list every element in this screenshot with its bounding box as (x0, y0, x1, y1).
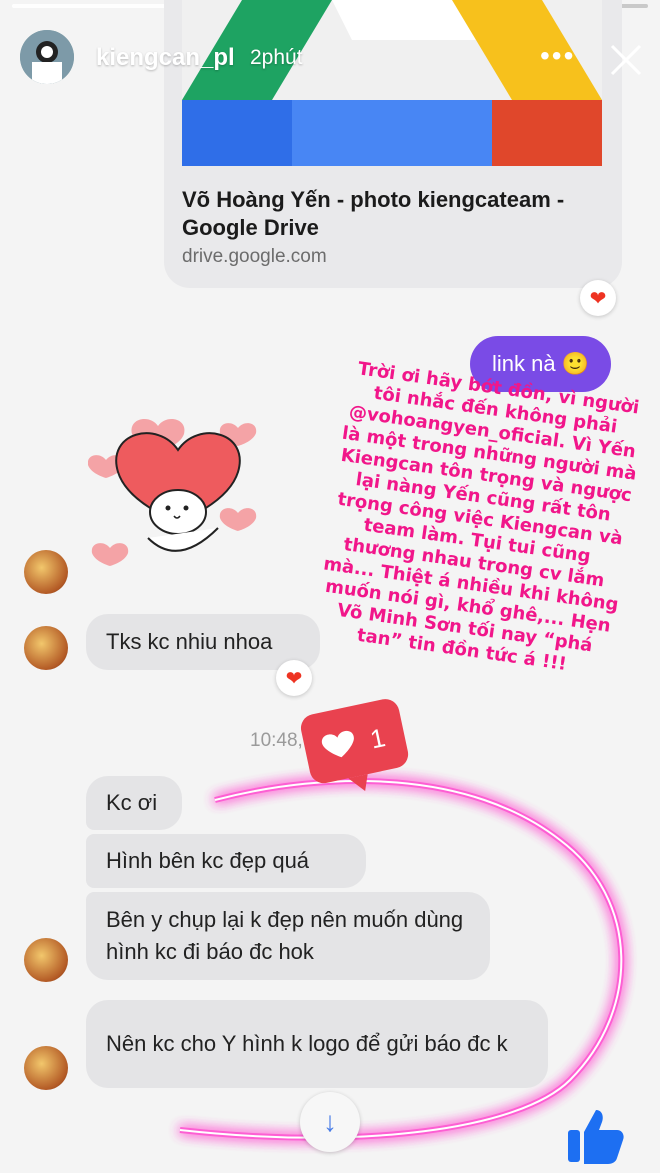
profile-avatar[interactable] (20, 30, 74, 84)
heart-character-sticker (88, 419, 257, 566)
message-text: Hình bên kc đẹp quá (106, 848, 310, 873)
outgoing-message-text: link nà (492, 351, 556, 376)
sender-avatar[interactable] (24, 626, 68, 670)
incoming-message-bubble: Hình bên kc đẹp quá (86, 834, 366, 888)
message-text: Bên y chụp lại k đẹp nên muốn dùng hình … (106, 907, 464, 964)
incoming-message-bubble: Nên kc cho Y hình k logo để gửi báo đc k (86, 1000, 548, 1088)
incoming-message-bubble: Kc ơi (86, 776, 182, 830)
heart-reaction-icon[interactable]: ❤ (580, 280, 616, 316)
story-caption-text: Trời ơi hãy bớt đồn, vì người tôi nhắc đ… (322, 358, 641, 675)
story-time: 2phút (250, 46, 303, 69)
google-drive-logo-image (182, 0, 602, 166)
like-notification-badge: 1 (300, 699, 409, 792)
message-text: Tks kc nhiu nhoa (106, 629, 273, 654)
smile-emoji-icon: 🙂 (561, 351, 590, 376)
message-text: Kc ơi (106, 790, 158, 815)
thumbs-up-icon[interactable] (566, 1106, 626, 1164)
story-username[interactable]: kiengcan_pl (96, 44, 235, 72)
close-icon[interactable] (604, 38, 648, 82)
link-domain: drive.google.com (182, 246, 327, 267)
sender-avatar[interactable] (24, 938, 68, 982)
scroll-down-icon[interactable]: ↓ (300, 1092, 360, 1152)
link-title: Võ Hoàng Yến - photo kiengcateam - Googl… (182, 187, 565, 240)
sender-avatar[interactable] (24, 1046, 68, 1090)
more-dots-icon[interactable]: ••• (540, 40, 575, 72)
sender-avatar[interactable] (24, 550, 68, 594)
message-text: Nên kc cho Y hình k logo để gửi báo đc k (106, 1031, 508, 1056)
progress-segment (12, 4, 168, 8)
avatar-image (20, 30, 74, 84)
heart-reaction-icon[interactable]: ❤ (276, 660, 312, 696)
incoming-message-bubble: Bên y chụp lại k đẹp nên muốn dùng hình … (86, 892, 490, 980)
